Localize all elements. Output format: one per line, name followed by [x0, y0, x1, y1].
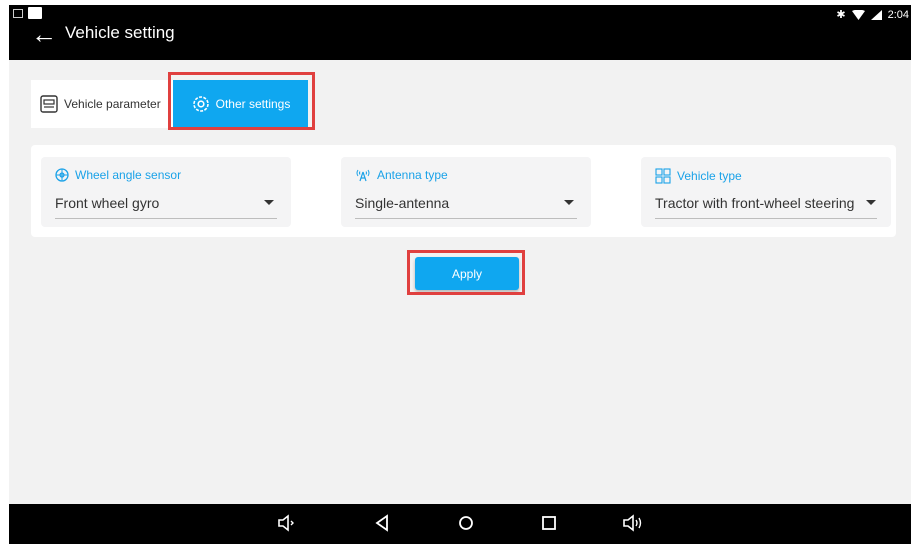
highlight-box — [407, 250, 525, 295]
dropdown-caret-icon[interactable] — [264, 200, 274, 205]
field-label: Wheel angle sensor — [55, 168, 181, 182]
vehicle-icon — [40, 95, 58, 113]
vehicle-type-select[interactable]: Vehicle type Tractor with front-wheel st… — [641, 157, 891, 227]
navigation-bar — [9, 504, 911, 544]
status-icons: ✱ 2:04 — [836, 8, 909, 22]
tab-label: Vehicle parameter — [64, 97, 161, 111]
vehicle-type-icon — [655, 168, 671, 184]
highlight-box — [168, 72, 315, 130]
antenna-icon — [356, 169, 370, 182]
field-value: Single-antenna — [355, 195, 450, 211]
volume-up-icon[interactable] — [622, 512, 644, 540]
recents-icon[interactable] — [541, 512, 557, 540]
tab-vehicle-parameter[interactable]: Vehicle parameter — [31, 80, 173, 128]
wheel-icon — [55, 168, 69, 182]
signal-icon — [870, 9, 882, 20]
settings-card: Wheel angle sensor Front wheel gyro Ante… — [31, 145, 896, 237]
bluetooth-icon: ✱ — [836, 9, 846, 21]
dropdown-caret-icon[interactable] — [564, 200, 574, 205]
back-arrow-icon[interactable]: ← — [31, 21, 57, 47]
volume-down-icon[interactable] — [277, 512, 295, 540]
field-label: Vehicle type — [655, 168, 742, 184]
field-value: Tractor with front-wheel steering — [655, 195, 855, 211]
screen: ← Vehicle setting ✱ 2:04 Vehicle paramet… — [9, 5, 911, 544]
message-icon — [28, 7, 42, 19]
antenna-type-select[interactable]: Antenna type Single-antenna — [341, 157, 591, 227]
back-icon[interactable] — [374, 512, 390, 540]
wifi-icon — [851, 9, 865, 20]
underline — [355, 218, 577, 219]
field-value: Front wheel gyro — [55, 195, 160, 211]
dropdown-caret-icon[interactable] — [866, 200, 876, 205]
field-label: Antenna type — [355, 168, 448, 182]
top-bar: ← Vehicle setting ✱ 2:04 — [9, 5, 911, 60]
notification-icon — [13, 9, 23, 18]
underline — [55, 218, 277, 219]
underline — [655, 218, 877, 219]
home-icon[interactable] — [457, 512, 475, 540]
wheel-angle-sensor-select[interactable]: Wheel angle sensor Front wheel gyro — [41, 157, 291, 227]
clock: 2:04 — [887, 8, 909, 21]
page-title: Vehicle setting — [65, 23, 175, 42]
